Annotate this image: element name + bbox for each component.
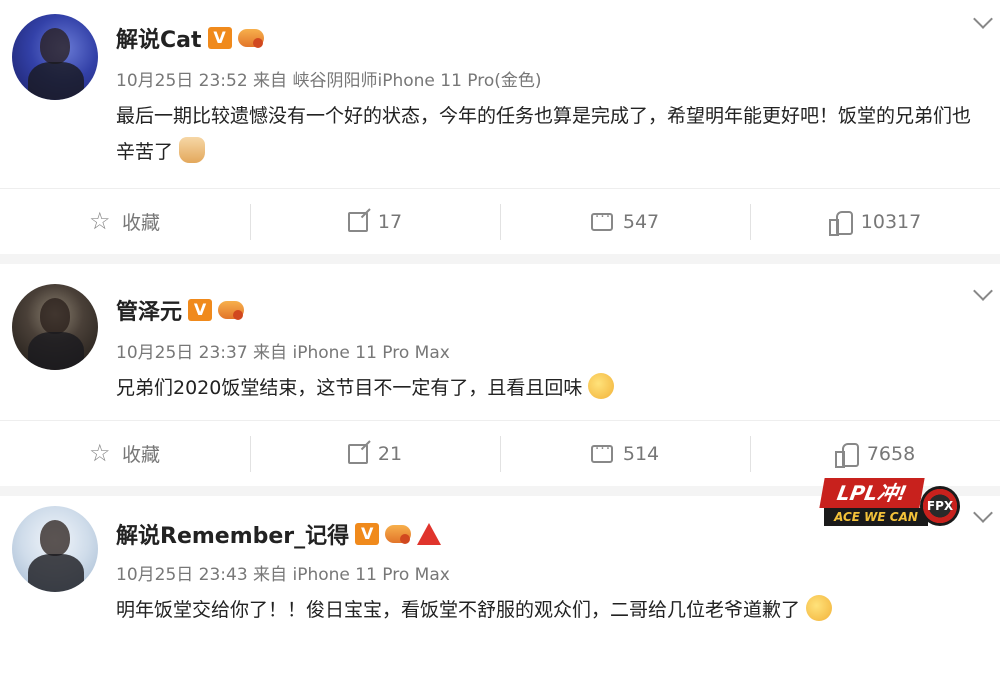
action-bar: 收藏 17 547 10317 — [0, 188, 1000, 254]
thumbs-up-icon — [179, 137, 206, 163]
star-icon — [89, 439, 112, 467]
author-row: 管泽元 V — [116, 294, 245, 326]
chevron-down-icon[interactable] — [973, 503, 993, 523]
fpx-logo-icon: FPX — [920, 486, 960, 526]
team-badge-icon — [417, 523, 442, 545]
avatar-figure — [40, 28, 70, 64]
like-button[interactable]: 10317 — [750, 202, 1000, 242]
post-text: 明年饭堂交给你了！！俊日宝宝，看饭堂不舒服的观众们，二哥给几位老爷道歉了 — [116, 592, 986, 628]
post-text: 兄弟们2020饭堂结束，这节目不一定有了，且看且回味 — [116, 370, 986, 406]
post-meta: 10月25日 23:43 来自 iPhone 11 Pro Max — [116, 565, 450, 585]
favorite-button[interactable]: 收藏 — [0, 434, 250, 474]
action-bar: 收藏 21 514 7658 — [0, 420, 1000, 486]
thumbs-up-like-icon — [834, 442, 859, 468]
comment-count: 514 — [622, 442, 660, 465]
repost-button[interactable]: 17 — [250, 202, 500, 242]
chevron-down-icon[interactable] — [973, 9, 993, 29]
doge-icon — [588, 373, 615, 399]
comment-icon — [590, 209, 613, 231]
avatar-body — [28, 332, 84, 370]
like-count: 7658 — [866, 442, 916, 465]
verified-badge-icon: V — [355, 523, 380, 545]
author-name[interactable]: 解说Cat — [116, 22, 202, 54]
avatar[interactable] — [12, 506, 98, 592]
chevron-down-icon[interactable] — [973, 281, 993, 301]
post-text-body: 明年饭堂交给你了！！俊日宝宝，看饭堂不舒服的观众们，二哥给几位老爷道歉了 — [116, 599, 801, 621]
author-name[interactable]: 解说Remember_记得 — [116, 518, 349, 550]
lpl-card-banner[interactable]: LPL冲! ACE WE CAN FPX — [819, 478, 960, 530]
post-meta: 10月25日 23:52 来自 峡谷阴阳师iPhone 11 Pro(金色) — [116, 71, 542, 91]
share-icon — [347, 443, 368, 464]
banner-top-text: LPL冲! — [819, 478, 925, 508]
author-row: 解说Remember_记得 V — [116, 518, 442, 550]
post-text-body: 最后一期比较遗憾没有一个好的状态，今年的任务也算是完成了，希望明年能更好吧！饭堂… — [116, 105, 972, 163]
comment-count: 547 — [622, 210, 660, 233]
author-name[interactable]: 管泽元 — [116, 294, 182, 326]
shy-face-icon — [806, 595, 833, 621]
level-badge-icon — [385, 523, 412, 545]
repost-button[interactable]: 21 — [250, 434, 500, 474]
like-count: 10317 — [860, 210, 922, 233]
verified-badge-icon: V — [207, 27, 232, 49]
thumbs-up-like-icon — [828, 210, 853, 236]
level-badge-icon — [237, 27, 264, 49]
avatar-body — [28, 554, 84, 592]
post-meta: 10月25日 23:37 来自 iPhone 11 Pro Max — [116, 343, 450, 363]
avatar-figure — [40, 298, 70, 334]
favorite-label: 收藏 — [121, 444, 160, 466]
avatar-figure — [40, 520, 70, 556]
post-text: 最后一期比较遗憾没有一个好的状态，今年的任务也算是完成了，希望明年能更好吧！饭堂… — [116, 98, 986, 170]
author-row: 解说Cat V — [116, 22, 264, 54]
avatar[interactable] — [12, 284, 98, 370]
favorite-label: 收藏 — [121, 212, 160, 234]
share-icon — [347, 211, 368, 232]
star-icon — [89, 207, 112, 235]
like-button[interactable]: 7658 — [750, 434, 1000, 474]
post-text-body: 兄弟们2020饭堂结束，这节目不一定有了，且看且回味 — [116, 377, 583, 399]
avatar[interactable] — [12, 14, 98, 100]
favorite-button[interactable]: 收藏 — [0, 202, 250, 242]
repost-count: 21 — [377, 442, 403, 465]
banner-bottom-text: ACE WE CAN — [824, 508, 928, 526]
comment-icon — [590, 441, 613, 463]
divider — [0, 254, 1000, 264]
level-badge-icon — [218, 299, 245, 321]
verified-badge-icon: V — [188, 299, 213, 321]
repost-count: 17 — [377, 210, 403, 233]
avatar-body — [28, 62, 84, 100]
comment-button[interactable]: 514 — [500, 434, 750, 474]
comment-button[interactable]: 547 — [500, 202, 750, 242]
